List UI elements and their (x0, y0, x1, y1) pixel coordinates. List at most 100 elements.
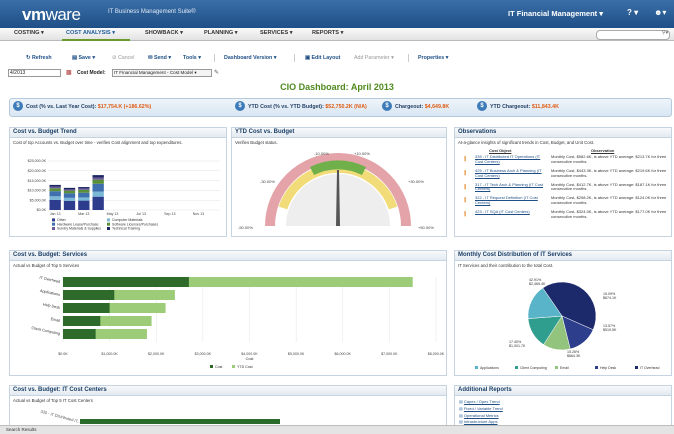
search-input[interactable] (596, 30, 670, 40)
help-menu[interactable]: ? ▾ (627, 8, 638, 17)
y-tick-label: $20,000.0K (28, 169, 47, 173)
legend-label: Applications (480, 366, 499, 370)
category-label: Applications (40, 289, 61, 297)
observation-cost-object-link[interactable]: 423 - IT SQA (IT Cost Centers) (475, 209, 545, 215)
nav-cost-analysis[interactable]: COST ANALYSIS ▾ (66, 30, 115, 36)
observation-cost-object-link[interactable]: 425 - IT Business Arch & Planning (IT Co… (475, 168, 545, 179)
pie-label: $2,465.4K (529, 282, 546, 286)
trend-bar-segment (78, 200, 90, 210)
tools-menu[interactable]: Tools ▾ (183, 55, 201, 61)
y-tick-label: $0.0K (37, 208, 47, 212)
legend-label: Cost (215, 365, 222, 369)
trend-bar-segment (92, 175, 104, 178)
edit-layout-button[interactable]: ▣ Edit Layout (305, 55, 340, 61)
pie-label: $674.1K (603, 296, 617, 300)
cost-model-select[interactable]: IT Financial Management - Cost Model ▾ (112, 69, 212, 77)
x-tick-label: $2,000.0K (148, 352, 165, 356)
vmware-logo[interactable]: vmware (22, 5, 81, 25)
nav-costing[interactable]: COSTING ▾ (14, 30, 44, 36)
panel-monthly-distribution: Monthly Cost Distribution of IT Services… (454, 250, 672, 376)
report-icon: ▤ (459, 399, 463, 404)
observation-text: Monthly Cost, $582.6K, is above YTD aver… (551, 154, 667, 164)
dollar-icon: $ (477, 101, 487, 111)
trend-warning-icon: ❙ (463, 197, 468, 204)
legend-label: YTD Cost (237, 365, 253, 369)
period-input[interactable]: 4/2013 (8, 69, 61, 77)
report-link[interactable]: ▤ Infrastructure Apps (459, 419, 497, 424)
edit-layout-icon: ▣ (305, 55, 311, 61)
send-icon: ✉ (148, 55, 153, 61)
properties-menu[interactable]: Properties ▾ (418, 55, 448, 61)
x-tick-label: $4,000.0K (241, 352, 258, 356)
nav-planning[interactable]: PLANNING ▾ (204, 30, 238, 36)
save-button[interactable]: ▤ Save ▾ (72, 55, 95, 61)
calendar-icon[interactable]: ▩ (66, 69, 72, 76)
report-link[interactable]: ▤ Fixed / Variable Trend (459, 406, 503, 411)
send-button[interactable]: ✉ Send ▾ (148, 55, 171, 61)
panel-title: Additional Reports (455, 386, 671, 396)
observation-cost-object-link[interactable]: 322 - IT Request Definition (IT Cost Cen… (475, 196, 545, 206)
search-icon[interactable]: ⚲▾ (662, 30, 668, 36)
dollar-icon: $ (235, 101, 245, 111)
nav-reports[interactable]: REPORTS ▾ (312, 30, 343, 36)
kpi-cost[interactable]: Cost (% vs. Last Year Cost): $17,754.K (… (26, 104, 151, 110)
cancel-label: Cancel (117, 55, 135, 61)
y-tick-label: $5,000.0K (30, 198, 47, 202)
trend-bar-segment (78, 187, 90, 189)
observation-cost-object-link[interactable]: 317 - IT Tech Arch & Planning (IT Cost C… (475, 182, 545, 193)
cost-center-bar (80, 419, 280, 424)
panel-cost-budget-trend: Cost vs. Budget Trend Cost of top Accoun… (9, 127, 227, 237)
gauge-chart: -10.00% +10.00% -30.00% +30.00% -50.00% … (238, 151, 434, 230)
nav-showback[interactable]: SHOWBACK ▾ (145, 30, 183, 36)
trend-bar-segment (92, 183, 104, 192)
panel-description: Actual vs Budget of Top 5 IT Cost Center… (13, 398, 93, 403)
gauge-label: +50.00% (418, 225, 434, 230)
cost-bar (63, 303, 110, 313)
legend-swatch (52, 227, 55, 230)
observation-text: Monthly Cost, $443.3K, is above YTD aver… (551, 167, 667, 178)
kpi-ytd-cost[interactable]: YTD Cost (% vs. YTD Budget): $52,750.2K … (248, 104, 367, 110)
report-icon: ▤ (459, 406, 463, 411)
save-label: Save ▾ (78, 55, 96, 61)
dashboard-version-menu[interactable]: Dashboard Version ▾ (224, 55, 276, 61)
toolbar-divider (294, 54, 295, 62)
add-parameter-menu[interactable]: Add Parameter ▾ (354, 55, 394, 61)
trend-bar-segment (49, 199, 61, 210)
refresh-label: Refresh (31, 55, 52, 61)
observation-text: Monthly Cost, $298.2K, is above YTD aver… (551, 195, 667, 206)
gauge-label: -30.00% (260, 179, 275, 184)
legend-label: IT Overhead (640, 366, 659, 370)
trend-bar-segment (63, 189, 76, 191)
refresh-button[interactable]: ↻ Refresh (26, 55, 52, 61)
panel-services: Cost vs. Budget: Services Actual vs Budg… (9, 250, 447, 376)
report-icon: ▤ (459, 419, 463, 424)
trend-warning-icon: ❙ (463, 156, 468, 162)
gauge-label: -50.00% (238, 225, 253, 230)
kpi-ytd-chargeout-value: $11,843.4K (531, 104, 559, 110)
pie-label: $1,001.7K (509, 344, 526, 348)
legend-label: Sundry Materials & Supplies (57, 227, 101, 231)
panel-ytd-gauge: YTD Cost vs. Budget Verifies Budget stat… (231, 127, 447, 237)
kpi-ytd-chargeout[interactable]: YTD Chargeout: $11,843.4K (490, 104, 559, 110)
cancel-button[interactable]: ⊘ Cancel (112, 55, 134, 61)
report-link[interactable]: ▤ Operational Metrics (459, 413, 499, 418)
report-link[interactable]: ▤ Capex / Opex Trend (459, 399, 500, 404)
panel-title: Observations (455, 128, 671, 138)
observation-text: Monthly Cost, $324.0K, is above YTD aver… (551, 209, 667, 219)
col-observation: Observation (591, 148, 615, 153)
panel-cost-centers: Cost vs. Budget: IT Cost Centers Actual … (9, 385, 447, 427)
distribution-pie: 42.91%$2,465.4K15.09%$674.1K13.57%$519.5… (475, 278, 659, 370)
edit-pencil-icon[interactable]: ✎ (214, 69, 219, 76)
y-tick-label: $10,000.0K (28, 189, 47, 193)
x-tick-label: $0.0K (58, 352, 68, 356)
legend-label: Help Desk (600, 366, 616, 370)
legend-swatch (52, 218, 55, 222)
kpi-ytd-cost-label: YTD Cost (% vs. YTD Budget): (248, 104, 324, 110)
nav-services[interactable]: SERVICES ▾ (260, 30, 293, 36)
observation-cost-object-link[interactable]: 335 - IT Distributed IT Operations (IT C… (475, 154, 545, 165)
user-menu[interactable]: ☻▾ (654, 8, 666, 17)
trend-warning-icon: ❙ (463, 183, 468, 190)
kpi-chargeout[interactable]: Chargeout: $4,649.8K (395, 104, 449, 110)
trend-bar-segment (92, 177, 104, 180)
app-switcher[interactable]: IT Financial Management ▾ (508, 9, 603, 18)
